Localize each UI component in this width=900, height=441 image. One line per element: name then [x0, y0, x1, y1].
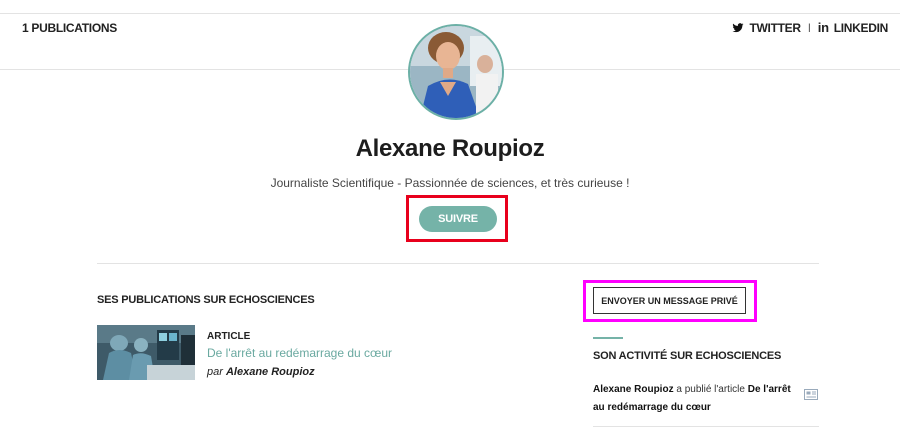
social-separator: I: [807, 20, 811, 35]
message-highlight-box: [583, 280, 757, 322]
activity-item: Alexane Roupioz a publié l'article De l'…: [593, 381, 793, 417]
activity-verb: a publié l'article: [673, 384, 748, 395]
activity-divider: [593, 426, 819, 427]
activity-accent-line: [593, 337, 623, 339]
section-divider: [97, 263, 819, 264]
twitter-icon[interactable]: [732, 22, 744, 34]
profile-bio: Journaliste Scientifique - Passionnée de…: [270, 176, 630, 190]
follow-highlight-box: [406, 195, 508, 242]
activity-actor[interactable]: Alexane Roupioz: [593, 384, 674, 395]
publication-author: par Alexane Roupioz: [207, 366, 315, 378]
publication-type: ARTICLE: [207, 331, 251, 342]
publication-thumbnail[interactable]: [97, 325, 195, 380]
twitter-link[interactable]: TWITTER: [749, 21, 801, 35]
activity-section-title: SON ACTIVITÉ SUR ECHOSCIENCES: [593, 350, 782, 362]
social-links: TWITTER I in LINKEDIN: [732, 20, 888, 35]
publication-author-prefix: par: [207, 366, 223, 378]
article-icon: [804, 389, 818, 400]
profile-name: Alexane Roupioz: [355, 135, 545, 162]
linkedin-icon[interactable]: in: [818, 20, 829, 35]
publications-count[interactable]: 1 PUBLICATIONS: [22, 21, 117, 35]
linkedin-link[interactable]: LINKEDIN: [834, 21, 889, 35]
avatar: [408, 24, 504, 120]
publication-author-name[interactable]: Alexane Roupioz: [226, 366, 315, 378]
publications-section-title: SES PUBLICATIONS SUR ECHOSCIENCES: [97, 294, 315, 306]
publication-title-link[interactable]: De l'arrêt au redémarrage du cœur: [207, 346, 392, 360]
